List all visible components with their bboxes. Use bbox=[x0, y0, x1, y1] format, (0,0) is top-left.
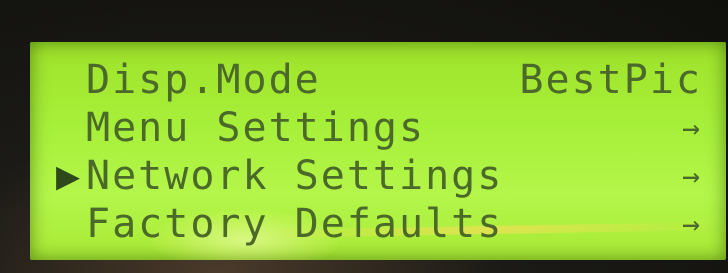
menu-item-label: Network Settings bbox=[86, 153, 504, 199]
submenu-arrow-icon: → bbox=[681, 206, 702, 242]
menu-item-factory-defaults[interactable]: Factory Defaults → bbox=[52, 200, 712, 248]
menu-item-network-settings[interactable]: ▶ Network Settings → bbox=[52, 152, 712, 200]
lcd-screen: Disp.Mode BestPic Menu Settings → ▶ Netw… bbox=[30, 42, 726, 260]
display-mode-value: BestPic bbox=[519, 57, 702, 103]
submenu-arrow-icon: → bbox=[681, 110, 702, 146]
selection-cursor-icon: ▶ bbox=[55, 153, 83, 199]
submenu-arrow-icon: → bbox=[681, 158, 702, 194]
menu-item-label: Factory Defaults bbox=[86, 201, 504, 247]
menu-item-label: Menu Settings bbox=[86, 105, 426, 151]
menu-item-label: Disp.Mode bbox=[86, 57, 321, 103]
menu-item-menu-settings[interactable]: Menu Settings → bbox=[52, 104, 712, 152]
menu-item-display-mode[interactable]: Disp.Mode BestPic bbox=[52, 56, 712, 104]
